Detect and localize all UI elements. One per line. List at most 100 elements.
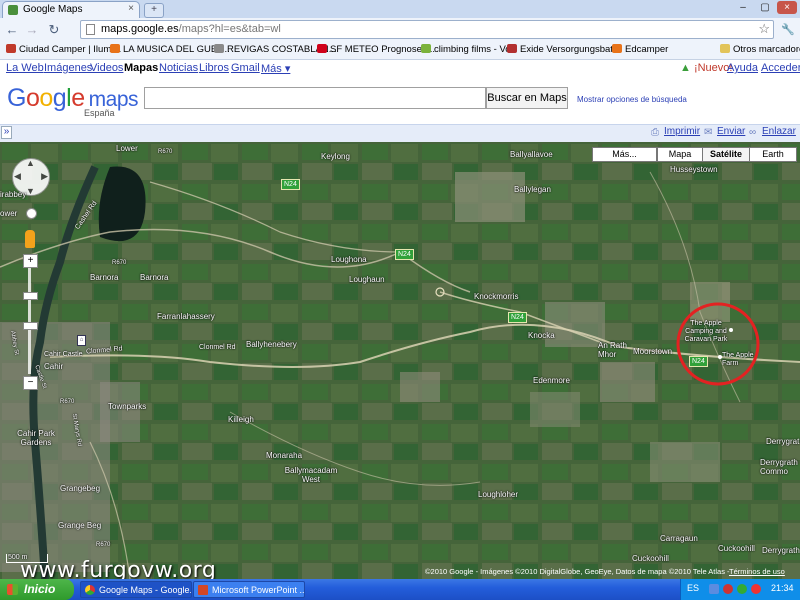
- bookmark-item[interactable]: climbing films - Vox: [421, 44, 515, 55]
- link-gmail[interactable]: Gmail: [231, 62, 260, 74]
- map-label-campsite: The Apple Camping and Caravan Park: [684, 320, 728, 343]
- map-label: Farranlahassery: [157, 312, 215, 321]
- pan-down-icon[interactable]: ▼: [26, 186, 35, 196]
- bookmark-item[interactable]: Exide Versorgungsbat...: [507, 44, 621, 55]
- taskbar-item-powerpoint[interactable]: Microsoft PowerPoint ...: [193, 581, 305, 598]
- link-images[interactable]: Imágenes: [44, 62, 92, 74]
- wrench-icon[interactable]: 🔧: [780, 22, 796, 38]
- tray-icon[interactable]: [737, 584, 747, 594]
- link-help[interactable]: Ayuda: [727, 62, 758, 74]
- map-label: R670: [60, 399, 75, 405]
- map-label: Knockmorris: [474, 292, 519, 301]
- farm-marker-icon[interactable]: [718, 355, 722, 359]
- map-type-more-button[interactable]: Más...: [592, 147, 657, 162]
- map-label: Cuckoohill: [632, 554, 669, 563]
- send-link[interactable]: Enviar: [717, 126, 745, 137]
- tray-icon[interactable]: [751, 584, 761, 594]
- close-window-button[interactable]: ×: [777, 1, 797, 14]
- map-label: Ballyallavoe: [510, 150, 553, 159]
- google-maps-favicon-icon: [8, 5, 18, 15]
- map-label: Derrygrat: [766, 437, 800, 446]
- new-tab-button[interactable]: +: [144, 3, 164, 18]
- tray-icon[interactable]: [723, 584, 733, 594]
- pan-right-icon[interactable]: ▶: [41, 171, 48, 182]
- pegman-icon[interactable]: [25, 230, 35, 248]
- map-label: Killeigh: [228, 415, 254, 424]
- link-sign-in[interactable]: Acceder: [761, 62, 800, 74]
- map-label: irabbey: [0, 190, 27, 199]
- link-books[interactable]: Libros: [199, 62, 229, 74]
- collapse-panel-button[interactable]: »: [1, 126, 12, 139]
- map-type-satellite-button[interactable]: Satélite: [702, 147, 750, 162]
- map-label-apple-farm: The Apple Farm: [722, 352, 754, 367]
- navigation-bar: ← → ↻ maps.google.es/maps?hl=es&tab=wl ☆…: [0, 18, 800, 43]
- print-link[interactable]: Imprimir: [664, 126, 700, 137]
- castle-marker-icon[interactable]: ⌂: [77, 335, 86, 346]
- pan-left-icon[interactable]: ◀: [14, 171, 21, 182]
- zoom-out-button[interactable]: −: [23, 376, 38, 390]
- map-label: Grangebeg: [60, 484, 101, 493]
- back-icon[interactable]: ←: [4, 22, 20, 38]
- map-label: Barnora: [140, 273, 169, 282]
- map-label: Ballymacadam West: [284, 466, 338, 484]
- bookmark-favicon-icon: [507, 44, 517, 53]
- google-links-bar: La Web Imágenes Videos Mapas Noticias Li…: [0, 60, 800, 78]
- map-label: ower: [0, 209, 18, 218]
- language-indicator[interactable]: ES: [687, 583, 699, 593]
- zoom-tick: [23, 322, 38, 330]
- bookmark-item[interactable]: Edcamper: [612, 44, 668, 55]
- search-maps-button[interactable]: Buscar en Maps: [486, 87, 568, 109]
- windows-taskbar: Inicio Google Maps - Google... Microsoft…: [0, 579, 800, 600]
- map-label: Knocka: [528, 331, 555, 340]
- link-videos[interactable]: Videos: [90, 62, 123, 74]
- bookmark-item[interactable]: LA MUSICA DEL GUET...: [110, 44, 230, 55]
- link-web[interactable]: La Web: [6, 62, 44, 74]
- zoom-reset-icon[interactable]: [26, 208, 37, 219]
- map-label: An Rath Mhor: [598, 341, 627, 359]
- zoom-slider-track[interactable]: [28, 268, 31, 374]
- new-badge[interactable]: ▲ ¡Nuevo!: [680, 62, 732, 74]
- campsite-marker-icon[interactable]: [729, 328, 733, 332]
- show-search-options-link[interactable]: Mostrar opciones de búsqueda: [577, 95, 687, 104]
- map-label: Cahir Park Gardens: [17, 429, 55, 447]
- map-toolbar: » ⎙ Imprimir ✉ Enviar ∞ Enlazar: [0, 124, 800, 142]
- start-button[interactable]: Inicio: [0, 579, 74, 600]
- google-maps-logo[interactable]: Google maps: [7, 84, 139, 113]
- url-host: maps.google.es: [101, 23, 179, 35]
- minimize-button[interactable]: –: [733, 1, 753, 14]
- terms-of-use-link[interactable]: Términos de uso: [729, 567, 785, 576]
- bookmark-item[interactable]: SF METEO Prognosen...: [317, 44, 435, 55]
- link-more[interactable]: Más ▾: [261, 62, 290, 75]
- bookmark-star-icon[interactable]: ☆: [758, 21, 770, 37]
- chrome-icon: [85, 585, 95, 595]
- map-label: Cahir: [44, 362, 64, 371]
- map-label: Derrygrath: [762, 546, 800, 555]
- reload-icon[interactable]: ↻: [46, 22, 62, 38]
- bookmark-favicon-icon: [421, 44, 431, 53]
- bookmarks-bar: Ciudad Camper | Ilumi... LA MUSICA DEL G…: [0, 42, 800, 60]
- pan-up-icon[interactable]: ▲: [26, 158, 35, 168]
- link-news[interactable]: Noticias: [159, 62, 198, 74]
- map-type-earth-button[interactable]: Earth: [749, 147, 797, 162]
- map-canvas[interactable]: ▲ ◀ ▶ ▼ + − Más... Mapa Satélite Earth L…: [0, 142, 800, 579]
- maximize-button[interactable]: ▢: [755, 1, 775, 14]
- map-type-map-button[interactable]: Mapa: [657, 147, 703, 162]
- bookmark-item[interactable]: Ciudad Camper | Ilumi...: [6, 44, 121, 55]
- map-label: Townparks: [108, 402, 147, 411]
- map-label: Ballylegan: [514, 185, 551, 194]
- address-bar[interactable]: maps.google.es/maps?hl=es&tab=wl ☆: [80, 20, 774, 39]
- tab-close-icon[interactable]: ×: [128, 3, 134, 14]
- url-text: maps.google.es/maps?hl=es&tab=wl: [101, 23, 281, 35]
- clock[interactable]: 21:34: [771, 583, 794, 593]
- permalink-link[interactable]: Enlazar: [762, 126, 796, 137]
- map-label: R670: [112, 260, 127, 266]
- zoom-in-button[interactable]: +: [23, 254, 38, 268]
- taskbar-item-chrome[interactable]: Google Maps - Google...: [80, 581, 192, 598]
- map-label: Lower: [116, 144, 138, 153]
- bookmark-favicon-icon: [317, 44, 327, 53]
- forward-icon[interactable]: →: [24, 22, 40, 38]
- search-input[interactable]: [144, 87, 486, 109]
- other-bookmarks-folder[interactable]: Otros marcadores: [720, 44, 800, 55]
- tray-icon[interactable]: [709, 584, 719, 594]
- browser-tab[interactable]: Google Maps ×: [2, 1, 140, 18]
